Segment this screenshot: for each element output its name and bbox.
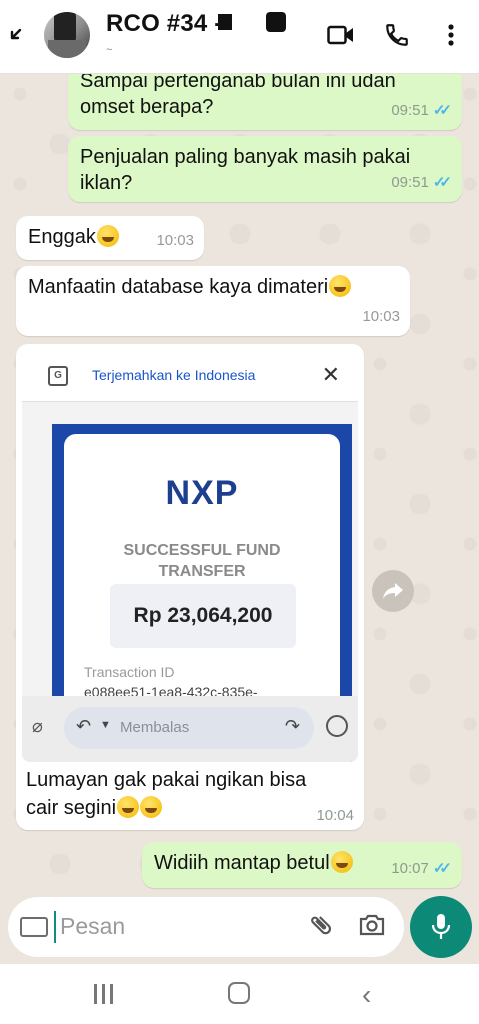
camera-icon[interactable] (358, 913, 386, 937)
keyboard-icon[interactable] (20, 917, 48, 937)
mic-button[interactable] (410, 896, 472, 958)
caption-line: Lumayan gak pakai ngikan bisa (26, 769, 307, 791)
forward-button[interactable] (372, 570, 414, 612)
contact-name[interactable]: RCO #34 - (106, 10, 223, 38)
reply-bar: ⌀ ↶ ▼ Membalas ↷ (22, 696, 358, 762)
message-incoming[interactable]: Enggak 10:03 (16, 216, 204, 260)
read-ticks-icon: ✓✓ (432, 102, 452, 119)
back-arrow-icon[interactable] (6, 22, 28, 46)
text-cursor (54, 911, 56, 943)
chat-header: RCO #34 - ~ (0, 0, 479, 74)
message-incoming[interactable]: Manfaatin database kaya dimateri 10:03 (16, 266, 410, 336)
message-time: 10:07 (391, 860, 429, 877)
avatar-blur-lower (48, 40, 86, 58)
message-meta: 09:51 ✓✓ (391, 98, 452, 124)
message-time: 10:03 (156, 232, 194, 249)
image-message[interactable]: G Terjemahkan ke Indonesia ✕ NXP SUCCESS… (16, 344, 364, 830)
transaction-id-label: Transaction ID (84, 664, 175, 680)
message-placeholder: Pesan (60, 913, 126, 939)
receipt-title-line: TRANSFER (158, 563, 246, 580)
close-icon: ✕ (321, 362, 340, 387)
back-icon[interactable]: ‹ (362, 979, 371, 1011)
message-meta: 10:07 ✓✓ (391, 856, 452, 882)
reply-icon: ↶ (76, 716, 92, 736)
caption-line-2: cair segini (26, 794, 306, 822)
message-meta: 09:51 ✓✓ (391, 170, 452, 196)
message-time: 09:51 (391, 102, 429, 119)
image-caption: Lumayan gak pakai ngikan bisa cair segin… (26, 766, 306, 822)
message-outgoing[interactable]: Penjualan paling banyak masih pakai ikla… (68, 136, 462, 202)
message-text: Enggak (28, 226, 96, 248)
chat-area[interactable]: Sampai pertenganab bulan ini udan omset … (0, 74, 479, 890)
message-time: 10:03 (362, 308, 400, 325)
laugh-emoji-icon (140, 796, 163, 818)
message-time: 09:51 (391, 174, 429, 191)
paperclip-icon[interactable] (308, 911, 334, 946)
receipt-title: SUCCESSFUL FUND TRANSFER (64, 540, 340, 582)
message-input[interactable]: Pesan (8, 897, 404, 957)
reply-placeholder: Membalas (120, 719, 190, 736)
caption-text: cair segini (26, 797, 117, 819)
chevron-down-icon: ▼ (100, 719, 111, 731)
more-vert-icon[interactable] (436, 20, 466, 50)
amount-box: Rp 23,064,200 (110, 584, 296, 648)
phone-icon[interactable] (382, 20, 412, 50)
video-call-icon[interactable] (326, 20, 356, 50)
shared-screenshot[interactable]: G Terjemahkan ke Indonesia ✕ NXP SUCCESS… (22, 350, 358, 762)
message-outgoing[interactable]: Sampai pertenganab bulan ini udan omset … (68, 74, 462, 130)
forward-icon: ↷ (284, 716, 300, 736)
message-text-line: Penjualan paling banyak masih pakai (80, 146, 411, 168)
recent-apps-icon[interactable] (94, 984, 116, 1004)
translate-icon: G (48, 366, 68, 386)
system-navigation-bar: ‹ (0, 964, 479, 1024)
message-time: 10:04 (316, 807, 354, 824)
blush-emoji-icon (330, 851, 353, 873)
read-ticks-icon: ✓✓ (432, 174, 452, 191)
translate-bar: G Terjemahkan ke Indonesia ✕ (22, 350, 358, 402)
laugh-emoji-icon (117, 796, 140, 818)
home-icon[interactable] (228, 982, 250, 1004)
read-ticks-icon: ✓✓ (432, 860, 452, 877)
amount-value: Rp 23,064,200 (133, 604, 273, 627)
redacted-name-part (218, 14, 232, 30)
translate-label: Terjemahkan ke Indonesia (92, 367, 256, 383)
grin-emoji-icon (329, 275, 352, 297)
attach-icon: ⌀ (32, 716, 43, 736)
message-outgoing[interactable]: Widiih mantap betul 10:07 ✓✓ (142, 842, 462, 888)
rofl-emoji-icon (96, 225, 119, 247)
redacted-name-part-2 (266, 12, 286, 32)
reply-pill: ↶ ▼ Membalas ↷ (64, 707, 314, 749)
contact-status: ~ (106, 44, 113, 56)
receipt-title-line: SUCCESSFUL FUND (123, 542, 281, 559)
smiley-icon (326, 715, 348, 737)
message-text-line: Sampai pertenganab bulan ini udan (80, 74, 396, 92)
message-text: Widiih mantap betul (154, 852, 330, 874)
avatar-blur (54, 12, 76, 42)
brand-logo: NXP (165, 474, 239, 512)
avatar[interactable] (44, 12, 90, 58)
composer: Pesan (0, 890, 479, 964)
message-text: Manfaatin database kaya dimateri (28, 276, 329, 298)
